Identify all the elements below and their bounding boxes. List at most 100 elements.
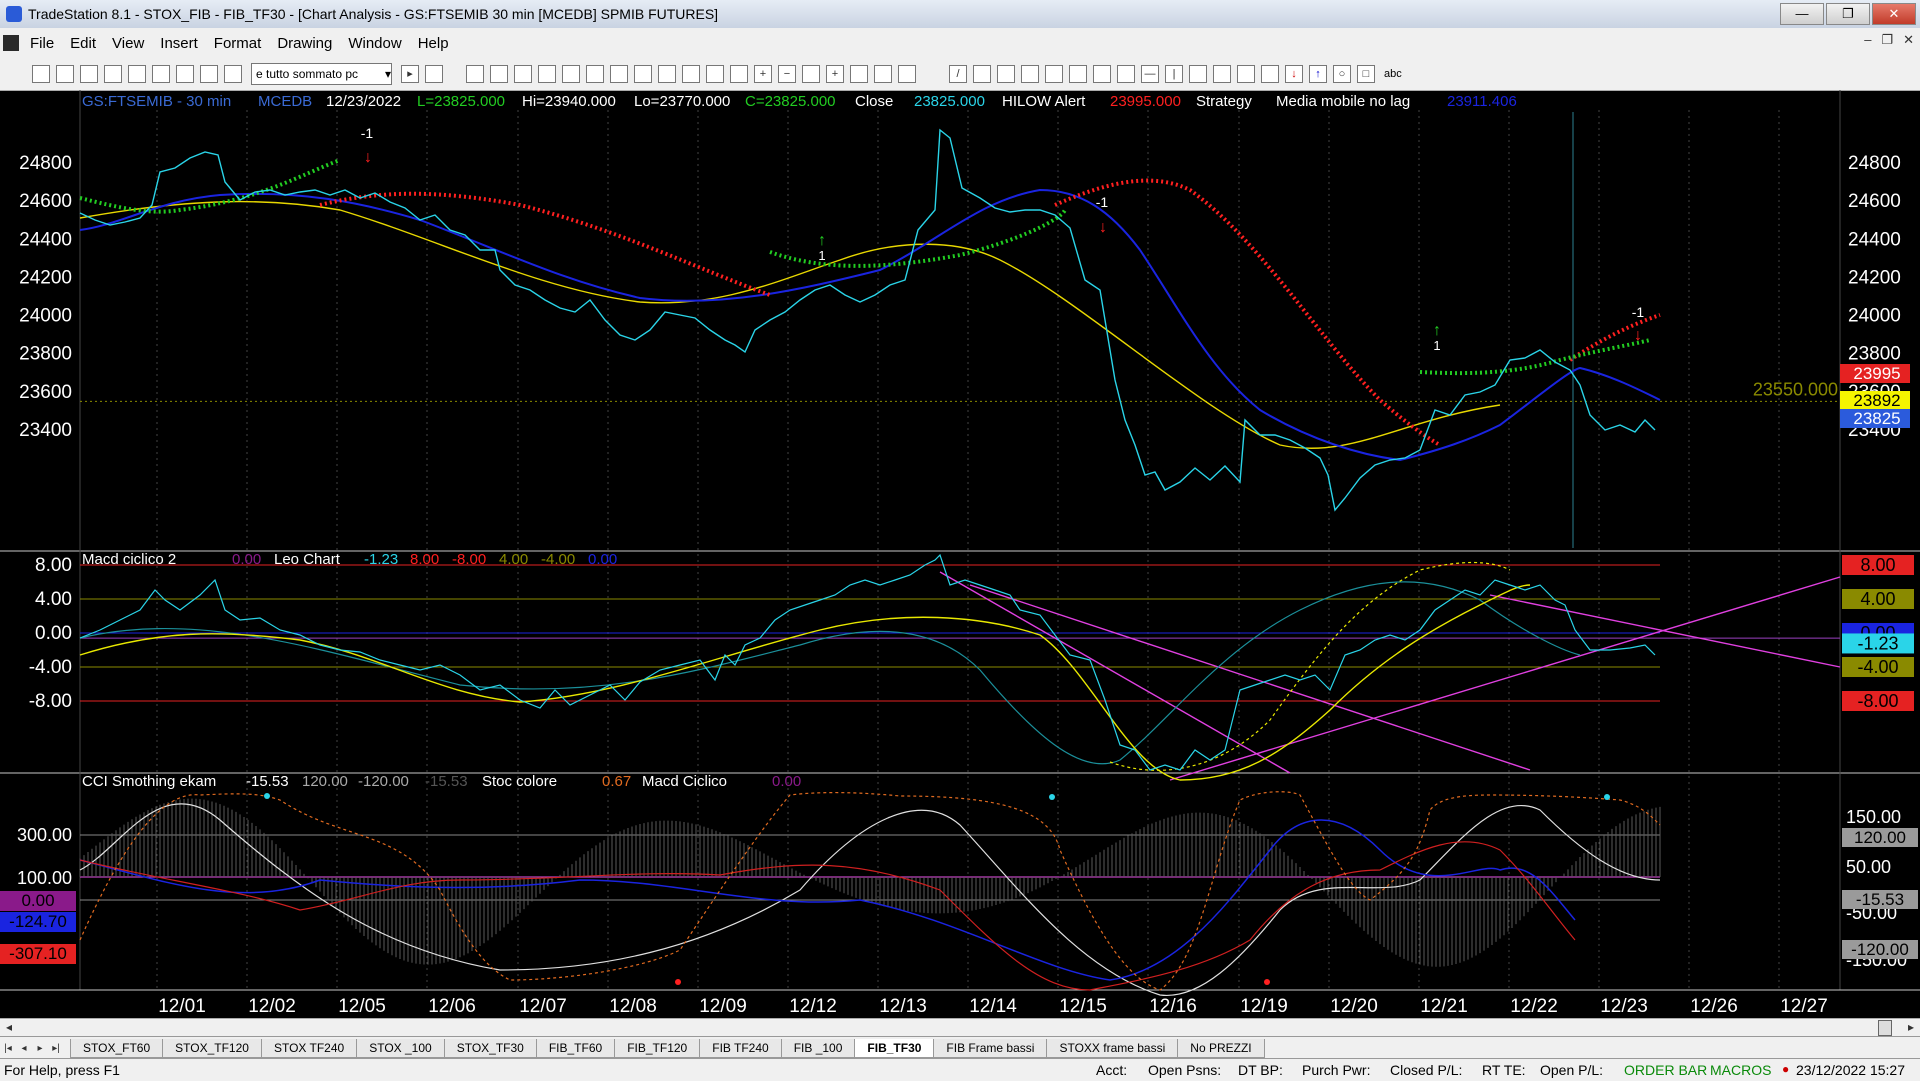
insert-indicator-icon[interactable] [466, 65, 484, 83]
tab-next-icon[interactable]: ▸ [32, 1043, 48, 1054]
speed-lines-icon[interactable] [1117, 65, 1135, 83]
tab-fib-frame-bassi[interactable]: FIB Frame bassi [933, 1038, 1048, 1058]
fib-time-icon[interactable] [1069, 65, 1087, 83]
insert-paintbar-icon[interactable] [514, 65, 532, 83]
horizontal-scrollbar[interactable]: ◂ ▸ [0, 1018, 1920, 1037]
arrow-up-icon[interactable]: ↑ [1309, 65, 1327, 83]
save-icon[interactable] [80, 65, 98, 83]
scanner-icon[interactable] [224, 65, 242, 83]
tab-stoxx-frame-bassi[interactable]: STOXX frame bassi [1046, 1038, 1179, 1058]
arrow-down-icon[interactable]: ↓ [1285, 65, 1303, 83]
scale-icon[interactable] [706, 65, 724, 83]
menu-edit[interactable]: Edit [62, 35, 104, 52]
tab-no-prezzi[interactable]: No PREZZI [1177, 1038, 1265, 1058]
refresh-icon[interactable] [562, 65, 580, 83]
find-icon[interactable] [425, 65, 443, 83]
bar-spacing-icon[interactable] [730, 65, 748, 83]
wrench-icon[interactable] [850, 65, 868, 83]
cursor-icon[interactable] [802, 65, 820, 83]
tab-fib-tf120[interactable]: FIB_TF120 [614, 1038, 701, 1058]
ellipse-icon[interactable]: ○ [1333, 65, 1351, 83]
tab-prev-icon[interactable]: ◂ [16, 1043, 32, 1054]
scroll-right-icon[interactable]: ▸ [1908, 1020, 1914, 1034]
stoc-colore-line [79, 791, 1661, 991]
price-y-tick-right: 24200 [1848, 267, 1901, 288]
mdi-close-button[interactable]: ✕ [1903, 32, 1914, 48]
minimize-button[interactable]: — [1780, 3, 1824, 25]
order-bar-button[interactable]: ORDER BAR [1624, 1062, 1707, 1078]
tab-fib-100[interactable]: FIB _100 [780, 1038, 856, 1058]
line-icon[interactable] [682, 65, 700, 83]
tab-stox-ft60[interactable]: STOX_FT60 [70, 1038, 164, 1058]
tab-stox-100[interactable]: STOX _100 [356, 1038, 445, 1058]
regression-icon[interactable] [1189, 65, 1207, 83]
template-icon[interactable] [874, 65, 892, 83]
new-icon[interactable] [32, 65, 50, 83]
insert-strategy-icon[interactable] [490, 65, 508, 83]
price-y-tick: 24400 [19, 229, 72, 250]
price-y-tick-right: 24400 [1848, 229, 1901, 250]
radar-icon[interactable] [176, 65, 194, 83]
tab-stox-tf120[interactable]: STOX_TF120 [162, 1038, 262, 1058]
andrews-icon[interactable] [1093, 65, 1111, 83]
print-preview-icon[interactable] [128, 65, 146, 83]
menu-window[interactable]: Window [340, 35, 409, 52]
tab-fib-tf30[interactable]: FIB_TF30 [854, 1038, 935, 1058]
menu-drawing[interactable]: Drawing [269, 35, 340, 52]
workspace-combo[interactable]: e tutto sommato pc ▾ [251, 63, 392, 85]
workspace-tabs: |◂ ◂ ▸ ▸| STOX_FT60 STOX_TF120 STOX TF24… [0, 1036, 1920, 1059]
menu-help[interactable]: Help [410, 35, 457, 52]
chart-area[interactable]: 24800 24600 24400 24200 24000 23800 23600 23400… [0, 90, 1920, 1025]
cci-y-tick: 300.00 [17, 825, 72, 845]
menu-file[interactable]: File [22, 35, 62, 52]
chart-svg[interactable]: 24800 24600 24400 24200 24000 23800 23600 23400… [0, 90, 1920, 1018]
fib-retracement-icon[interactable] [1021, 65, 1039, 83]
menu-insert[interactable]: Insert [152, 35, 206, 52]
tab-stox-tf30[interactable]: STOX_TF30 [443, 1038, 537, 1058]
vertical-line-icon[interactable]: | [1165, 65, 1183, 83]
crosshair-icon[interactable]: + [826, 65, 844, 83]
rectangle-icon[interactable]: □ [1357, 65, 1375, 83]
data-window-icon[interactable] [610, 65, 628, 83]
play-icon[interactable]: ▸ [401, 65, 419, 83]
menu-format[interactable]: Format [206, 35, 270, 52]
mdi-minimize-button[interactable]: – [1864, 32, 1871, 48]
fib-fan-icon[interactable] [1045, 65, 1063, 83]
document-icon[interactable] [3, 35, 19, 51]
price-y-tick: 24800 [19, 153, 72, 174]
menu-view[interactable]: View [104, 35, 152, 52]
open-icon[interactable] [56, 65, 74, 83]
matrix-icon[interactable] [200, 65, 218, 83]
gann-icon[interactable] [997, 65, 1015, 83]
tab-last-icon[interactable]: ▸| [48, 1043, 64, 1054]
tab-fib-tf60[interactable]: FIB_TF60 [535, 1038, 616, 1058]
trendline-icon[interactable]: / [949, 65, 967, 83]
cycle-icon[interactable] [1213, 65, 1231, 83]
macros-button[interactable]: MACROS [1710, 1062, 1771, 1078]
scroll-left-icon[interactable]: ◂ [6, 1020, 12, 1034]
close-button[interactable]: ✕ [1872, 3, 1916, 25]
channel-icon[interactable] [973, 65, 991, 83]
print-icon[interactable] [104, 65, 122, 83]
link-icon[interactable] [898, 65, 916, 83]
svg-text:23892: 23892 [1853, 391, 1900, 410]
tab-fib-tf240[interactable]: FIB TF240 [699, 1038, 782, 1058]
status-dt-bp: DT BP: [1238, 1062, 1283, 1078]
text-tool-label[interactable]: abc [1384, 68, 1402, 80]
horizontal-line-icon[interactable]: ― [1141, 65, 1159, 83]
alert-icon[interactable] [586, 65, 604, 83]
tab-stox-tf240[interactable]: STOX TF240 [260, 1038, 358, 1058]
zoom-in-icon[interactable]: + [754, 65, 772, 83]
arc-icon[interactable] [1237, 65, 1255, 83]
bar-chart-icon[interactable] [634, 65, 652, 83]
format-icon[interactable] [538, 65, 556, 83]
scroll-thumb[interactable] [1878, 1020, 1892, 1036]
freehand-icon[interactable] [1261, 65, 1279, 83]
price-panel: 24800 24600 24400 24200 24000 23800 23600 23400… [19, 93, 1910, 548]
candle-icon[interactable] [658, 65, 676, 83]
zoom-out-icon[interactable]: − [778, 65, 796, 83]
chart-window-icon[interactable] [152, 65, 170, 83]
mdi-restore-button[interactable]: ❐ [1881, 32, 1893, 48]
tab-first-icon[interactable]: |◂ [0, 1043, 16, 1054]
maximize-button[interactable]: ❐ [1826, 3, 1870, 25]
